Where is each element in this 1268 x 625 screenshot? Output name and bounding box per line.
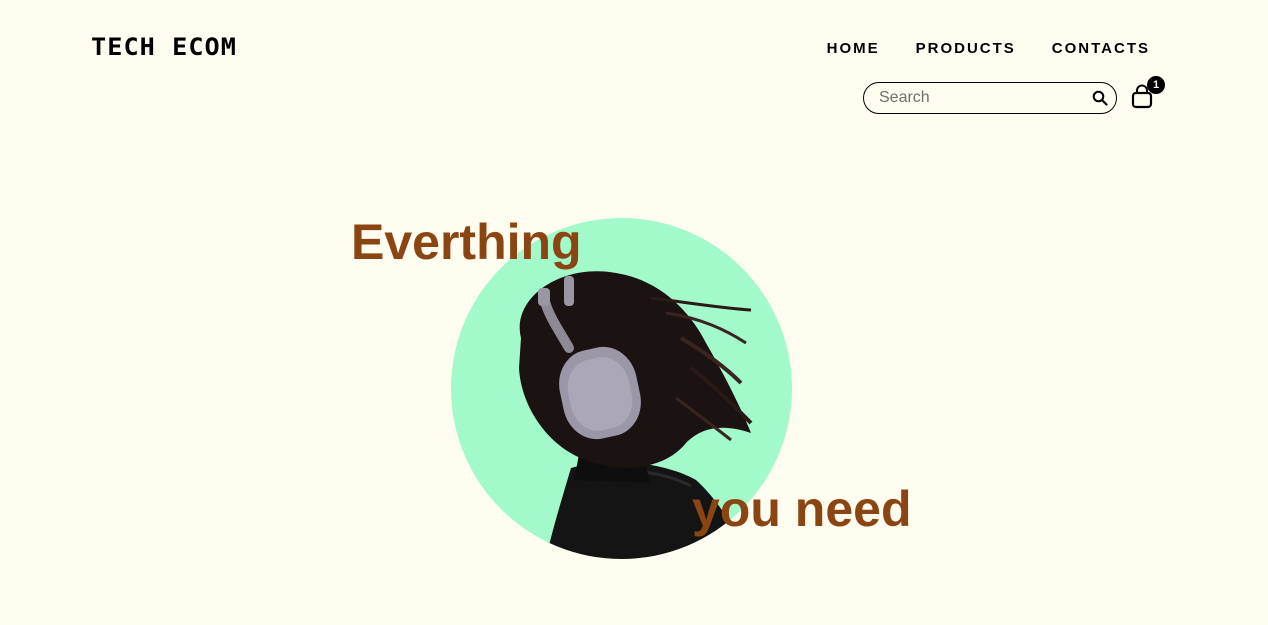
hero-title-bottom: you need [692,481,912,537]
search-icon[interactable] [1088,84,1112,112]
page: TECH ECOM HOME PRODUCTS CONTACTS 1 [0,0,1268,625]
brand-logo[interactable]: TECH ECOM [91,33,237,61]
nav-item-home[interactable]: HOME [827,40,880,57]
cart-count-badge: 1 [1147,76,1165,94]
hero-title-top: Everthing [351,214,582,270]
nav-item-contacts[interactable]: CONTACTS [1052,40,1150,57]
search-box [863,82,1117,114]
nav-item-products[interactable]: PRODUCTS [916,40,1016,57]
cart-button[interactable]: 1 [1130,76,1165,112]
main-nav: HOME PRODUCTS CONTACTS [827,40,1150,57]
search-input[interactable] [864,83,1088,113]
